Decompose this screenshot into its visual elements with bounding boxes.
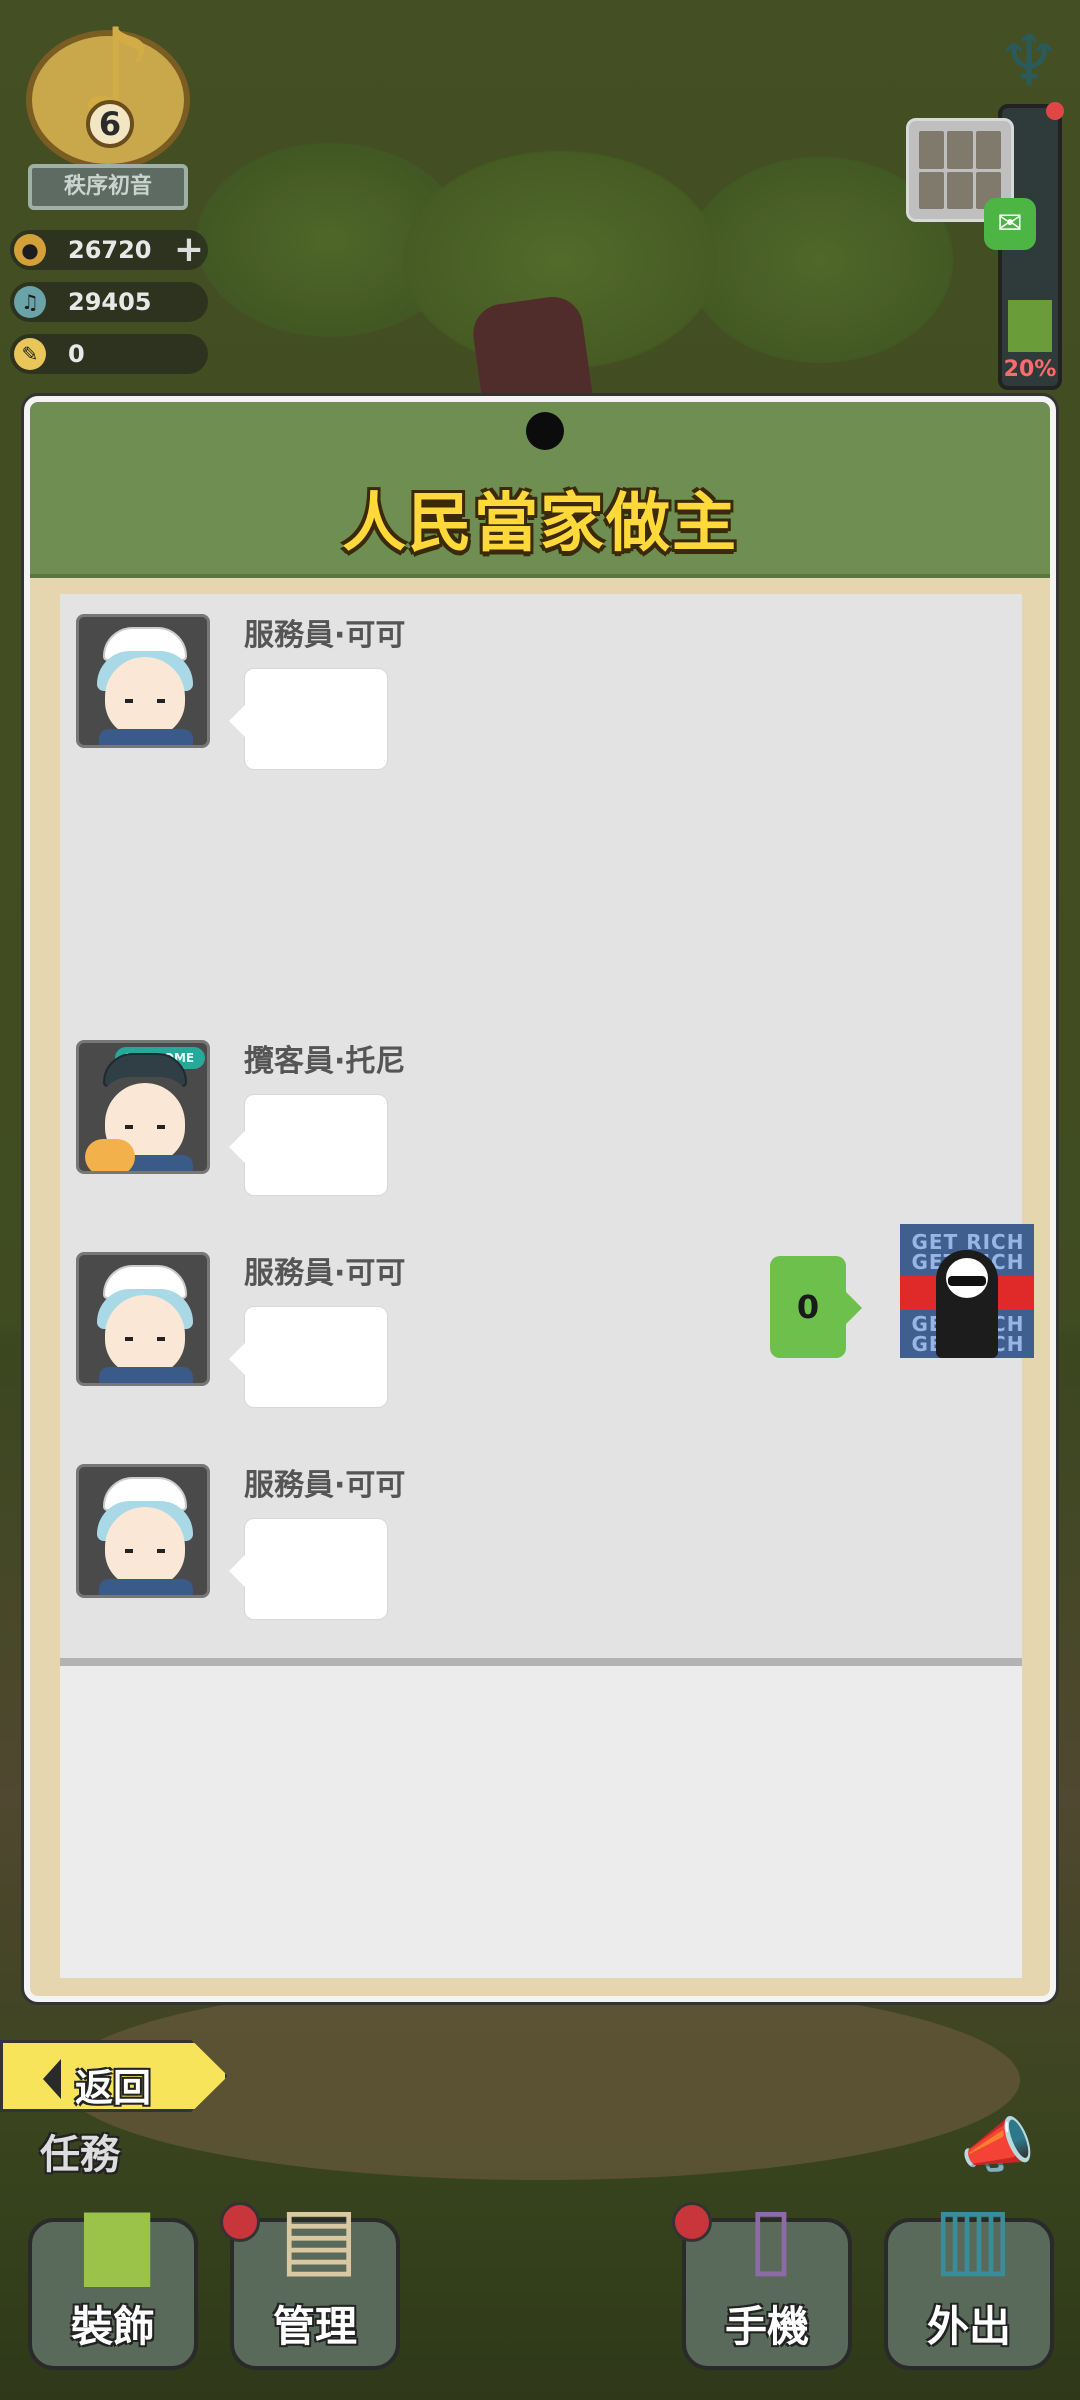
phone-icon: ▯	[747, 2188, 795, 2286]
add-coins-button[interactable]: +	[174, 230, 204, 270]
photo-thumb	[947, 171, 973, 209]
mascot-icon: ♆	[997, 20, 1061, 102]
task-button[interactable]: 任務	[40, 2122, 120, 2180]
notification-dot	[1046, 102, 1064, 120]
note-counter: ♫ 29405	[10, 282, 208, 322]
coin-value: 26720	[68, 236, 152, 264]
nav-manage-button[interactable]: ▤ 管理	[220, 2188, 400, 2370]
my-message-bubble: 0	[770, 1256, 862, 1358]
photo-thumb	[947, 131, 973, 169]
paint-roller-icon: ▆	[84, 2188, 150, 2286]
back-button[interactable]: 返回	[0, 2040, 228, 2112]
clipboard-icon: ▤	[279, 2188, 359, 2286]
avatar-waiter-coco[interactable]	[76, 1464, 210, 1598]
face	[105, 1295, 185, 1375]
nav-go-out-button[interactable]: ▥ 外出	[884, 2188, 1054, 2370]
ticket-value: 0	[68, 340, 85, 368]
nav-phone-button[interactable]: ▯ 手機	[672, 2188, 852, 2370]
shirt	[99, 1579, 193, 1595]
notification-dot	[672, 2202, 712, 2242]
camera-hole	[526, 412, 564, 450]
ticket-icon: ✎	[14, 338, 46, 370]
eyes	[125, 1125, 165, 1129]
avatar-waiter-coco[interactable]	[76, 1252, 210, 1386]
power-percent: 20%	[1003, 357, 1057, 382]
face	[105, 657, 185, 737]
back-button-label: 返回	[75, 2066, 152, 2110]
photo-thumb	[919, 131, 945, 169]
notification-dot	[220, 2202, 260, 2242]
ticket-counter: ✎ 0	[10, 334, 208, 374]
eyes	[125, 1337, 165, 1341]
eyes	[125, 1549, 165, 1553]
avatar-text: GET RICH	[911, 1230, 1025, 1254]
city-icon: ▥	[933, 2188, 1013, 2286]
cat	[85, 1139, 135, 1171]
avatar-waiter-coco[interactable]	[76, 614, 210, 748]
coin-counter[interactable]: ● 26720 +	[10, 230, 208, 270]
panel-title: 人民當家做主	[342, 487, 738, 561]
face	[105, 1507, 185, 1587]
back-arrow-icon	[43, 2059, 61, 2099]
message-bubble	[229, 1094, 388, 1196]
panel-header: 人民當家做主	[30, 402, 1050, 578]
nav-label: 管理	[272, 2302, 357, 2351]
message-bubble	[229, 1306, 388, 1408]
message-bubble	[229, 668, 388, 770]
coin-icon: ●	[14, 234, 46, 266]
sender-name: 服務員·可可	[244, 618, 406, 653]
avatar-greeter-tony[interactable]: WELCOME	[76, 1040, 210, 1174]
sender-name: 服務員·可可	[244, 1256, 406, 1291]
sunglasses	[948, 1276, 986, 1286]
rabbit-figure	[936, 1250, 998, 1358]
my-avatar[interactable]: GET RICH GET RICH GET RICH GET RICH	[900, 1224, 1034, 1358]
chat-options-area[interactable]	[60, 1666, 1022, 1978]
note-value: 29405	[68, 288, 152, 316]
wechat-icon[interactable]: ✉	[984, 198, 1036, 250]
message-bubble	[229, 1518, 388, 1620]
megaphone-icon[interactable]: 📣	[960, 2110, 1035, 2181]
power-meter-fill	[1008, 300, 1052, 352]
eyes	[125, 699, 165, 703]
nav-label: 外出	[926, 2302, 1011, 2351]
nav-label: 手機	[724, 2302, 809, 2351]
photo-thumb	[975, 131, 1001, 169]
sender-name: 服務員·可可	[244, 1468, 406, 1503]
nav-decorate-button[interactable]: ▆ 裝飾	[28, 2188, 198, 2370]
nav-label: 裝飾	[70, 2302, 155, 2351]
level-number: 6	[86, 100, 134, 148]
music-note-currency-icon: ♫	[14, 286, 46, 318]
photo-thumb	[919, 171, 945, 209]
chat-panel: 人民當家做主 服務員·可可 0 GET RICH GET RICH GET RI…	[24, 396, 1056, 2002]
shirt	[99, 729, 193, 745]
chat-divider	[60, 1658, 1022, 1666]
rank-title: 秩序初音	[28, 164, 188, 210]
level-badge[interactable]: ♪ 6	[18, 4, 198, 170]
sender-name: 攬客員·托尼	[244, 1044, 406, 1079]
shirt	[99, 1367, 193, 1383]
